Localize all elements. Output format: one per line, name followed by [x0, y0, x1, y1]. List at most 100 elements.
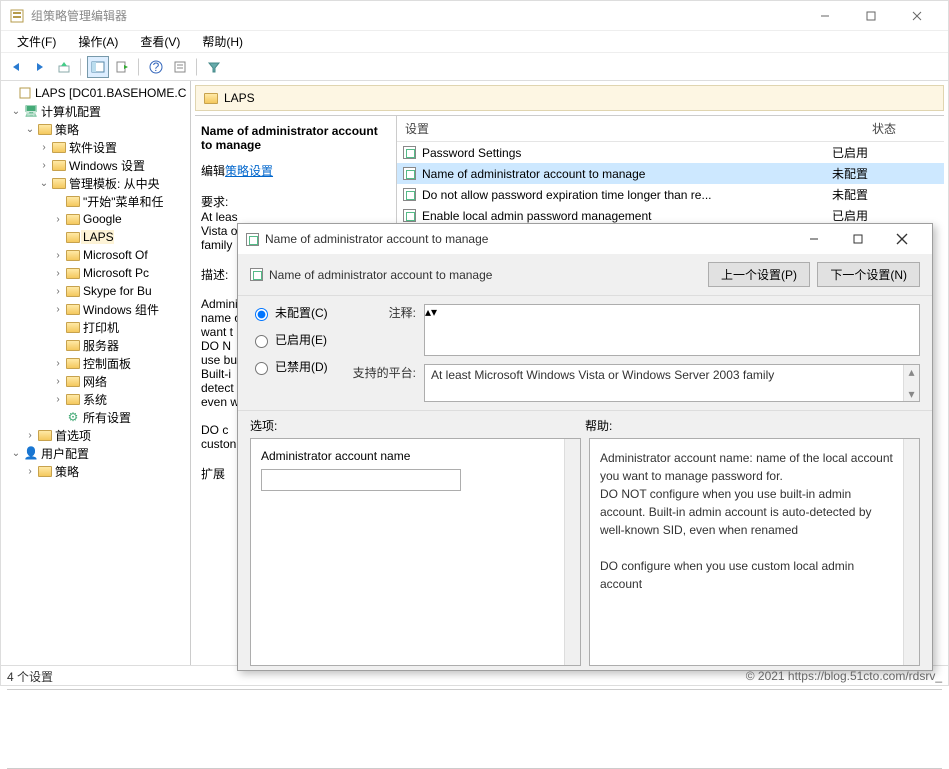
maximize-button[interactable]: [848, 1, 894, 31]
tree-skype[interactable]: ›Skype for Bu: [1, 282, 190, 300]
dialog-maximize-button[interactable]: [836, 225, 880, 253]
option-field-label: Administrator account name: [261, 449, 560, 463]
export-button[interactable]: [111, 56, 133, 78]
tree-windows-settings[interactable]: ›Windows 设置: [1, 156, 190, 174]
separator: [138, 58, 140, 76]
row-name: Enable local admin password management: [422, 209, 651, 223]
dialog-minimize-button[interactable]: [792, 225, 836, 253]
menu-view[interactable]: 查看(V): [130, 31, 190, 52]
tree-admin-templates[interactable]: ⌄管理模板: 从中央: [1, 174, 190, 192]
radio-disabled[interactable]: 已禁用(D): [250, 358, 346, 375]
comment-textarea[interactable]: ▴▾: [424, 304, 920, 356]
folder-icon: [66, 358, 80, 369]
policy-dialog: Name of administrator account to manage …: [237, 223, 933, 671]
req-text: At leas: [201, 210, 390, 224]
row-status: 未配置: [824, 165, 944, 182]
up-button[interactable]: [53, 56, 75, 78]
tree-ms-pc[interactable]: ›Microsoft Pc: [1, 264, 190, 282]
folder-icon: [66, 340, 80, 351]
separator: [196, 58, 198, 76]
edit-policy-link[interactable]: 策略设置: [225, 164, 273, 178]
help-text: Administrator account name: name of the …: [600, 449, 899, 485]
comment-label: 注释:: [346, 304, 416, 321]
folder-icon: [38, 430, 52, 441]
row-name: Name of administrator account to manage: [422, 167, 645, 181]
folder-icon: [66, 376, 80, 387]
help-label: 帮助:: [585, 417, 920, 438]
tree-win-components[interactable]: ›Windows 组件: [1, 300, 190, 318]
folder-icon: [38, 466, 52, 477]
platform-text: At least Microsoft Windows Vista or Wind…: [424, 364, 920, 402]
tree-system[interactable]: ›系统: [1, 390, 190, 408]
tree-policies[interactable]: ⌄策略: [1, 120, 190, 138]
dialog-close-button[interactable]: [880, 225, 924, 253]
folder-icon: [66, 268, 80, 279]
tree-root[interactable]: LAPS [DC01.BASEHOME.C: [1, 84, 190, 102]
help-text: DO NOT configure when you use built-in a…: [600, 485, 899, 539]
folder-icon: [52, 178, 66, 189]
folder-icon: [38, 124, 52, 135]
window-title-text: 组策略管理编辑器: [31, 7, 127, 24]
menu-file[interactable]: 文件(F): [7, 31, 66, 52]
policy-icon: [403, 146, 416, 159]
help-button[interactable]: ?: [145, 56, 167, 78]
policy-icon: [403, 209, 416, 222]
svg-text:?: ?: [153, 60, 160, 74]
col-status[interactable]: 状态: [824, 116, 944, 141]
row-name: Do not allow password expiration time lo…: [422, 188, 711, 202]
row-status: 已启用: [824, 207, 944, 224]
menu-action[interactable]: 操作(A): [68, 31, 128, 52]
tree-servers[interactable]: 服务器: [1, 336, 190, 354]
gear-icon: ⚙: [65, 410, 81, 424]
list-row[interactable]: Do not allow password expiration time lo…: [397, 184, 944, 205]
tree-start-menu[interactable]: "开始"菜单和任: [1, 192, 190, 210]
col-setting[interactable]: 设置: [397, 116, 824, 141]
folder-icon: [66, 250, 80, 261]
tree-network[interactable]: ›网络: [1, 372, 190, 390]
close-button[interactable]: [894, 1, 940, 31]
tree-preferences[interactable]: ›首选项: [1, 426, 190, 444]
folder-icon: [66, 196, 80, 207]
policy-icon: [250, 268, 263, 281]
tree-ms-office[interactable]: ›Microsoft Of: [1, 246, 190, 264]
admin-account-input[interactable]: [261, 469, 461, 491]
tree-all-settings[interactable]: ⚙所有设置: [1, 408, 190, 426]
edit-prefix: 编辑: [201, 164, 225, 178]
filter-button[interactable]: [203, 56, 225, 78]
platform-label: 支持的平台:: [346, 364, 416, 381]
show-hide-tree-button[interactable]: [87, 56, 109, 78]
properties-button[interactable]: [169, 56, 191, 78]
row-status: 已启用: [824, 144, 944, 161]
radio-not-configured[interactable]: 未配置(C): [250, 304, 346, 321]
options-label: 选项:: [250, 417, 585, 438]
forward-button[interactable]: [29, 56, 51, 78]
tree-ctrl-panel[interactable]: ›控制面板: [1, 354, 190, 372]
next-setting-button[interactable]: 下一个设置(N): [817, 262, 920, 287]
folder-icon: [66, 286, 80, 297]
list-row[interactable]: Name of administrator account to manage …: [397, 163, 944, 184]
back-button[interactable]: [5, 56, 27, 78]
user-icon: 👤: [23, 446, 39, 460]
crumb-label: LAPS: [224, 91, 255, 105]
folder-icon: [52, 160, 66, 171]
req-label: 要求:: [201, 193, 390, 210]
tree-user-config[interactable]: ⌄👤用户配置: [1, 444, 190, 462]
menu-help[interactable]: 帮助(H): [192, 31, 253, 52]
folder-icon: [66, 322, 80, 333]
tree-pane[interactable]: LAPS [DC01.BASEHOME.C ⌄🖥计算机配置 ⌄策略 ›软件设置 …: [1, 81, 191, 665]
row-name: Password Settings: [422, 146, 521, 160]
minimize-button[interactable]: [802, 1, 848, 31]
tree-policies-user[interactable]: ›策略: [1, 462, 190, 480]
folder-icon: [52, 142, 66, 153]
tree-software[interactable]: ›软件设置: [1, 138, 190, 156]
list-row[interactable]: Password Settings 已启用: [397, 142, 944, 163]
tree-google[interactable]: ›Google: [1, 210, 190, 228]
setting-title: Name of administrator account to manage: [201, 124, 390, 152]
tree-laps[interactable]: LAPS: [1, 228, 190, 246]
tree-printers[interactable]: 打印机: [1, 318, 190, 336]
prev-setting-button[interactable]: 上一个设置(P): [708, 262, 810, 287]
tree-computer-config[interactable]: ⌄🖥计算机配置: [1, 102, 190, 120]
dialog-subtitle: Name of administrator account to manage: [269, 268, 492, 282]
radio-enabled[interactable]: 已启用(E): [250, 331, 346, 348]
policy-icon: [403, 167, 416, 180]
